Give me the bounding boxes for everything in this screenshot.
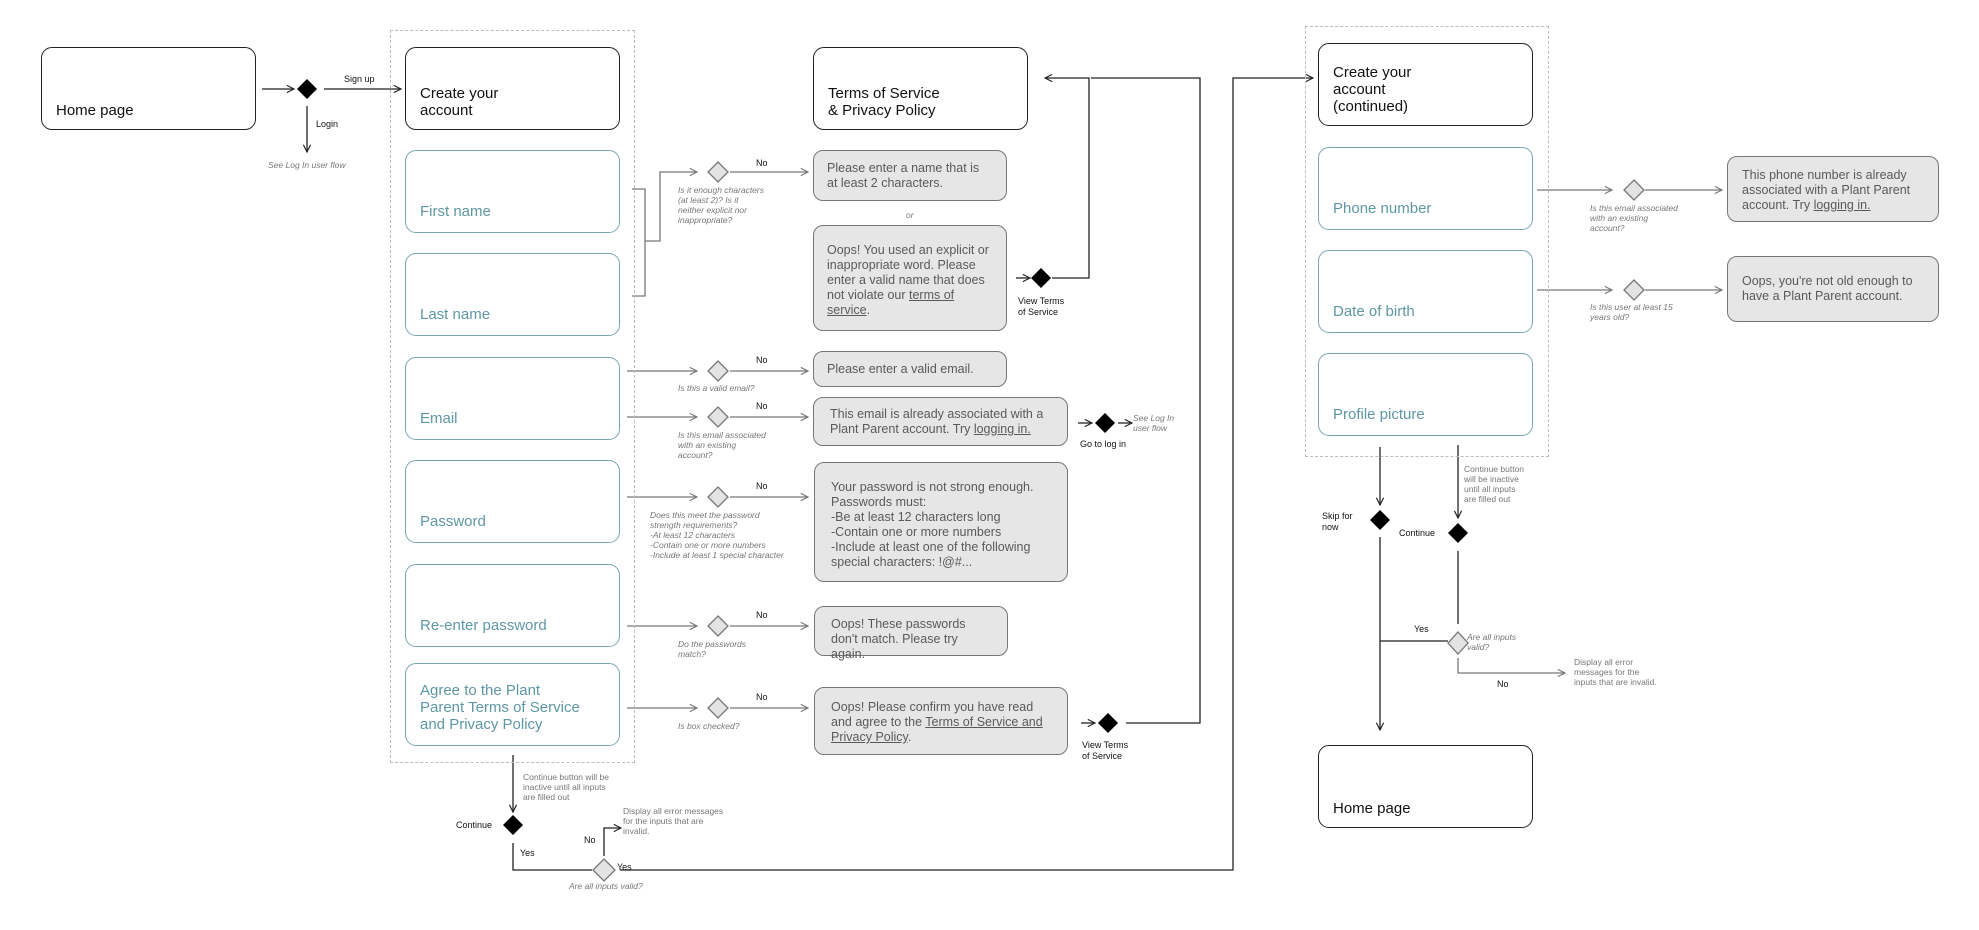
check-diamond-email-exists xyxy=(707,406,729,428)
invalid-no-label: No xyxy=(584,835,596,845)
branch-no-name: No xyxy=(756,158,768,168)
screen-title: Home page xyxy=(56,102,134,119)
field-label: First name xyxy=(420,203,491,220)
profile-picture-field[interactable]: Profile picture xyxy=(1318,353,1533,436)
error-name-explicit: Oops! You used an explicit or inappropri… xyxy=(813,225,1007,331)
error-phone-taken: This phone number is already associated … xyxy=(1727,156,1939,222)
field-label: Phone number xyxy=(1333,200,1432,217)
invalid-display-note: Display all error messages for the input… xyxy=(623,806,724,836)
invalid-display-note-2: Display all error messages for the input… xyxy=(1574,657,1657,687)
login-label: Login xyxy=(316,119,339,129)
arrow-valid2-no xyxy=(1457,658,1565,673)
valid-yes-label: Yes xyxy=(617,862,632,872)
phone-number-field[interactable]: Phone number xyxy=(1318,147,1533,230)
terms-privacy-screen[interactable]: Terms of Service & Privacy Policy xyxy=(813,47,1028,130)
branch-no-email: No xyxy=(756,355,768,365)
agree-terms-checkbox[interactable]: Agree to the Plant Parent Terms of Servi… xyxy=(405,663,620,746)
field-label: Last name xyxy=(420,306,491,323)
check-diamond-all-valid xyxy=(592,858,616,882)
continue-label: Continue xyxy=(456,820,493,830)
error-email-invalid: Please enter a valid email. xyxy=(813,351,1007,387)
invalid-no-label-2: No xyxy=(1497,679,1509,689)
check-diamond-phone xyxy=(1623,179,1645,201)
login-flow-note: See Log In user flow xyxy=(268,160,346,170)
check-diamond-name xyxy=(707,161,729,183)
error-password-mismatch: Oops! These passwords don't match. Pleas… xyxy=(814,606,1008,661)
line-view-terms-2 xyxy=(1091,77,1201,724)
branch-no-password: No xyxy=(756,481,768,491)
password-field[interactable]: Password xyxy=(405,460,620,543)
login-link-2[interactable]: logging in. xyxy=(1814,198,1871,212)
line-view-terms-1 xyxy=(1045,78,1090,279)
branch-no-email-exists: No xyxy=(756,401,768,411)
first-name-field[interactable]: First name xyxy=(405,150,620,233)
field-label: Date of birth xyxy=(1333,303,1415,320)
valid-yes-label-2: Yes xyxy=(1414,624,1429,634)
email-field[interactable]: Email xyxy=(405,357,620,440)
field-label: Email xyxy=(420,410,458,427)
arrow-invalid xyxy=(603,828,621,856)
all-valid-question-2: Are all inputs valid? xyxy=(1467,632,1517,652)
error-password-weak: Your password is not strong enough. Pass… xyxy=(814,462,1068,582)
check-question-email: Is this a valid email? xyxy=(678,383,755,393)
decision-diamond-continue-2 xyxy=(1448,523,1468,543)
reenter-password-field[interactable]: Re-enter password xyxy=(405,564,620,647)
check-diamond-dob xyxy=(1623,279,1645,301)
check-question-box: Is box checked? xyxy=(678,721,740,731)
decision-diamond-go-login xyxy=(1095,413,1115,433)
continue-inactive-note: Continue button will be inactive until a… xyxy=(523,772,610,802)
create-account-continued-screen[interactable]: Create your account (continued) xyxy=(1318,43,1533,126)
view-terms-label-1: View Terms of Service xyxy=(1018,296,1065,317)
screen-title: Create your account (continued) xyxy=(1333,64,1412,115)
decision-diamond-continue xyxy=(503,815,523,835)
check-question-name: Is it enough characters (at least 2)? Is… xyxy=(678,185,764,225)
check-question-email-exists: Is this email associated with an existin… xyxy=(678,430,766,460)
go-to-login-label: Go to log in xyxy=(1080,439,1127,449)
see-login-flow-note: See Log In user flow xyxy=(1133,413,1175,433)
field-label: Password xyxy=(420,513,486,530)
screen-title: Home page xyxy=(1333,800,1411,817)
screen-title: Create your account xyxy=(420,85,499,119)
decision-diamond-entry xyxy=(297,79,317,99)
check-diamond-all-valid-2 xyxy=(1447,631,1469,655)
signup-label: Sign up xyxy=(344,74,375,84)
check-question-repassword: Do the passwords match? xyxy=(678,639,747,659)
error-too-young: Oops, you're not old enough to have a Pl… xyxy=(1727,256,1939,322)
create-account-screen[interactable]: Create your account xyxy=(405,47,620,130)
error-email-taken: This email is already associated with a … xyxy=(813,397,1068,446)
all-valid-question: Are all inputs valid? xyxy=(569,881,643,891)
continue-inactive-note-2: Continue button will be inactive until a… xyxy=(1464,464,1525,504)
skip-for-now-label: Skip for now xyxy=(1322,511,1353,532)
decision-diamond-skip xyxy=(1370,510,1390,530)
home-page-start-screen[interactable]: Home page xyxy=(41,47,256,130)
continue-yes-label: Yes xyxy=(520,848,535,858)
date-of-birth-field[interactable]: Date of birth xyxy=(1318,250,1533,333)
field-label: Agree to the Plant Parent Terms of Servi… xyxy=(420,682,580,733)
field-label: Re-enter password xyxy=(420,617,547,634)
check-question-password: Does this meet the password strength req… xyxy=(650,510,784,560)
check-diamond-password xyxy=(707,486,729,508)
field-label: Profile picture xyxy=(1333,406,1425,423)
branch-no-repassword: No xyxy=(756,610,768,620)
last-name-field[interactable]: Last name xyxy=(405,253,620,336)
screen-title: Terms of Service & Privacy Policy xyxy=(828,85,940,119)
error-terms-unchecked: Oops! Please confirm you have read and a… xyxy=(814,687,1068,755)
check-question-phone: Is this email associated with an existin… xyxy=(1590,203,1678,233)
check-question-age: Is this user at least 15 years old? xyxy=(1590,302,1673,322)
check-diamond-email xyxy=(707,360,729,382)
login-link[interactable]: logging in. xyxy=(974,422,1031,436)
error-name-short: Please enter a name that is at least 2 c… xyxy=(813,150,1007,201)
branch-no-box: No xyxy=(756,692,768,702)
view-terms-label-2: View Terms of Service xyxy=(1082,740,1129,761)
continue-label-2: Continue xyxy=(1399,528,1436,538)
decision-diamond-view-terms-1 xyxy=(1031,268,1051,288)
check-diamond-box xyxy=(707,697,729,719)
or-label: or xyxy=(906,210,914,220)
decision-diamond-view-terms-2 xyxy=(1098,713,1118,733)
home-page-end-screen[interactable]: Home page xyxy=(1318,745,1533,828)
check-diamond-repassword xyxy=(707,615,729,637)
